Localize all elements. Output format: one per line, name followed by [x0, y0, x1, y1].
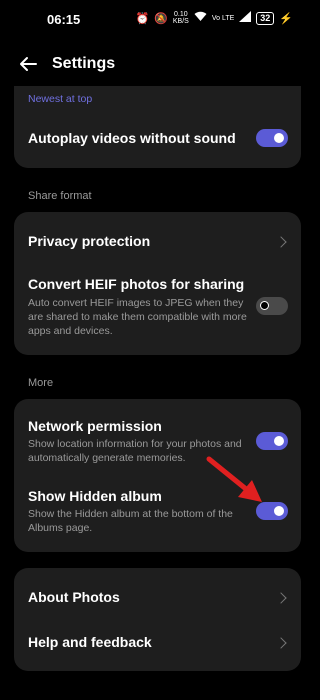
wifi-icon — [194, 11, 207, 25]
section-more: More — [28, 377, 54, 389]
heif-title: Convert HEIF photos for sharing — [28, 276, 245, 292]
network-toggle[interactable] — [256, 432, 288, 450]
hidden-album-description: Show the Hidden album at the bottom of t… — [28, 508, 233, 534]
hidden-album-toggle[interactable] — [256, 502, 288, 520]
autoplay-toggle[interactable] — [256, 129, 288, 147]
section-share-format: Share format — [28, 190, 92, 202]
back-arrow-icon[interactable] — [18, 54, 38, 74]
battery-indicator: 32 — [256, 11, 275, 25]
about-label: About Photos — [28, 589, 120, 605]
page-title: Settings — [52, 55, 116, 72]
card-about: About Photos Help and feedback — [14, 568, 301, 671]
help-label: Help and feedback — [28, 634, 152, 650]
heif-description: Auto convert HEIF images to JPEG when th… — [28, 297, 247, 337]
hidden-album-title: Show Hidden album — [28, 488, 162, 504]
network-type: Vo LTE — [211, 14, 235, 22]
app-bar: Settings — [0, 48, 315, 82]
card-share-format: Privacy protection Convert HEIF photos f… — [14, 212, 301, 355]
network-description: Show location information for your photo… — [28, 438, 242, 464]
card-more: Network permission Show location informa… — [14, 399, 301, 552]
chevron-right-icon — [275, 637, 287, 649]
card-display: Newest at top Autoplay videos without so… — [14, 86, 301, 168]
network-title: Network permission — [28, 418, 162, 434]
net-speed: 0.10 KB/S — [172, 11, 189, 25]
sort-order-value[interactable]: Newest at top — [28, 92, 92, 106]
status-time: 06:15 — [47, 12, 81, 27]
signal-icon — [239, 11, 252, 25]
status-bar: 06:15 ⏰ 🔕 0.10 KB/S Vo LTE 32 ⚡ — [0, 0, 315, 40]
alarm-icon: ⏰ — [135, 12, 150, 25]
autoplay-label: Autoplay videos without sound — [28, 130, 236, 146]
chevron-right-icon — [275, 592, 287, 604]
mute-icon: 🔕 — [154, 12, 168, 25]
privacy-label: Privacy protection — [28, 233, 151, 249]
heif-toggle[interactable] — [256, 297, 288, 315]
charging-icon: ⚡ — [279, 12, 293, 25]
chevron-right-icon — [275, 236, 287, 248]
status-icons: ⏰ 🔕 0.10 KB/S Vo LTE 32 ⚡ — [135, 11, 293, 25]
